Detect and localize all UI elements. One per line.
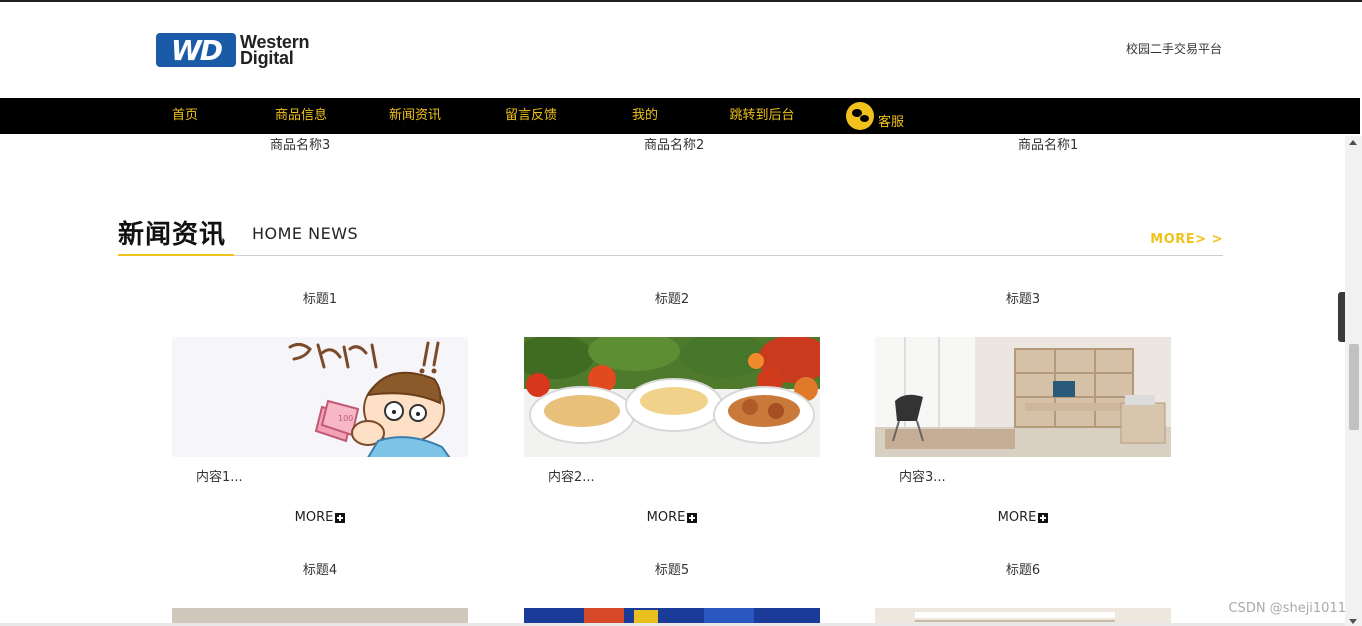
- news-title[interactable]: 标题1: [172, 288, 468, 307]
- scroll-down-icon[interactable]: [1349, 619, 1357, 624]
- vertical-scrollbar[interactable]: [1345, 136, 1362, 626]
- news-more-label: MORE: [646, 510, 686, 525]
- news-more-label: MORE: [294, 510, 334, 525]
- nav-item-mine[interactable]: 我的: [620, 98, 670, 134]
- site-name: 校园二手交易平台: [1125, 42, 1222, 56]
- news-image-furniture[interactable]: [875, 337, 1171, 457]
- plus-icon: [335, 512, 346, 523]
- product-name[interactable]: 商品名称2: [644, 134, 704, 153]
- site-header: WD Western Digital 校园二手交易平台: [0, 2, 1362, 98]
- plus-icon: [1038, 512, 1049, 523]
- logo-mark: WD: [156, 33, 236, 67]
- browser-viewport: WD Western Digital 校园二手交易平台 首页 商品信息 新闻资讯…: [0, 0, 1362, 626]
- product-names-row: 商品名称3 商品名称2 商品名称1: [0, 134, 1340, 153]
- logo-wordmark: Western Digital: [240, 33, 309, 68]
- section-more-link[interactable]: MORE> >: [1150, 232, 1223, 247]
- main-nav: 首页 商品信息 新闻资讯 留言反馈 我的 跳转到后台 客服: [0, 98, 1360, 134]
- news-title[interactable]: 标题3: [875, 288, 1171, 307]
- watermark: CSDN @sheji1011: [1228, 601, 1346, 616]
- service-label: 客服: [878, 114, 905, 130]
- news-title[interactable]: 标题2: [524, 288, 820, 307]
- news-more-label: MORE: [997, 510, 1037, 525]
- news-content: 内容3...: [899, 470, 946, 485]
- news-more-link[interactable]: MORE: [875, 510, 1171, 525]
- news-content: 内容1...: [196, 470, 243, 485]
- nav-item-news[interactable]: 新闻资讯: [380, 98, 450, 134]
- scroll-up-icon[interactable]: [1349, 140, 1357, 145]
- news-more-link[interactable]: MORE: [524, 510, 820, 525]
- nav-item-admin[interactable]: 跳转到后台: [720, 98, 804, 134]
- news-title[interactable]: 标题5: [524, 559, 820, 578]
- news-section-header: 新闻资讯 HOME NEWS MORE> >: [118, 210, 1223, 256]
- product-name[interactable]: 商品名称1: [1018, 134, 1078, 153]
- wechat-icon: [846, 102, 874, 130]
- news-image-cartoon[interactable]: 100: [172, 337, 468, 457]
- section-title: 新闻资讯: [118, 220, 227, 250]
- scroll-thumb[interactable]: [1349, 344, 1359, 430]
- news-title[interactable]: 标题4: [172, 559, 468, 578]
- logo-line-2: Digital: [240, 48, 294, 68]
- nav-item-products[interactable]: 商品信息: [266, 98, 336, 134]
- section-subtitle: HOME NEWS: [252, 224, 359, 243]
- news-more-link[interactable]: MORE: [172, 510, 468, 525]
- news-content: 内容2...: [548, 470, 595, 485]
- logo[interactable]: WD Western Digital: [156, 32, 309, 68]
- plus-icon: [687, 512, 698, 523]
- svg-text:100: 100: [338, 414, 353, 423]
- news-title[interactable]: 标题6: [875, 559, 1171, 578]
- nav-item-feedback[interactable]: 留言反馈: [496, 98, 566, 134]
- section-title-underline: [118, 254, 234, 256]
- nav-item-home[interactable]: 首页: [160, 98, 210, 134]
- product-name[interactable]: 商品名称3: [270, 134, 330, 153]
- nav-item-service[interactable]: 客服: [846, 102, 904, 130]
- news-image-food[interactable]: [524, 337, 820, 457]
